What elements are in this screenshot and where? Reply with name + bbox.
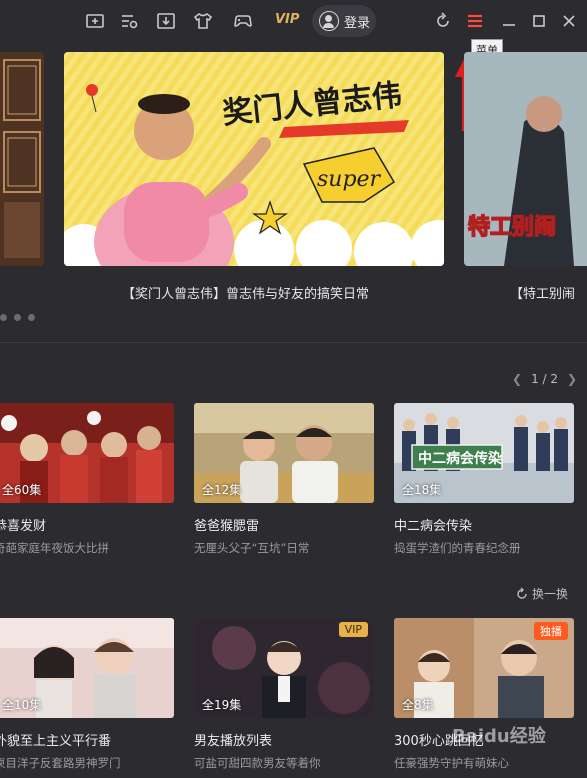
maximize-icon[interactable] xyxy=(528,10,550,32)
title-bar: VIP 登录 xyxy=(0,0,587,42)
episode-count: 全8集 xyxy=(402,698,434,712)
refresh-small-icon xyxy=(517,587,527,599)
video-thumbnail[interactable]: 全12集 xyxy=(194,403,374,503)
video-subtitle: 任豪强势守护有萌妹心 xyxy=(394,756,509,770)
video-card[interactable]: 全10集 外貌至上主义平行番 柬目洋子反套路男神罗门 xyxy=(0,618,174,770)
video-card[interactable]: 中二病会传染 全18集 中二病会传染 捣蛋学渣们的青春纪念册 xyxy=(394,403,574,555)
login-button[interactable]: 登录 xyxy=(312,5,376,37)
pagination: ❮ 1 / 2 ❯ xyxy=(512,372,577,386)
refresh-button[interactable]: 换一换 xyxy=(515,585,568,602)
episode-count: 全60集 xyxy=(2,483,42,497)
carousel-dot[interactable] xyxy=(28,314,35,321)
episode-count: 全10集 xyxy=(2,698,42,712)
game-icon[interactable] xyxy=(232,10,254,32)
video-title[interactable]: 爸爸猴腮雷 xyxy=(194,515,259,534)
banner-caption[interactable]: 【奖门人曾志伟】曾志伟与好友的搞笑日常 xyxy=(122,283,369,302)
carousel-dots xyxy=(0,314,35,321)
video-thumbnail[interactable]: 独播 全8集 xyxy=(394,618,574,718)
watermark: Baidu经验 xyxy=(452,726,546,747)
video-title[interactable]: 外貌至上主义平行番 xyxy=(0,730,111,749)
login-label: 登录 xyxy=(344,15,371,31)
episode-count: 全18集 xyxy=(402,483,442,497)
banner-main-slide[interactable]: super 奖门人曾志伟 xyxy=(64,52,444,266)
video-thumbnail[interactable]: 中二病会传染 全18集 xyxy=(394,403,574,503)
refresh-label: 换一换 xyxy=(532,587,569,601)
close-icon[interactable] xyxy=(558,10,580,32)
banner-caption-next[interactable]: 【特工别闹 xyxy=(510,283,575,302)
section-divider xyxy=(0,342,587,343)
episode-count: 全19集 xyxy=(202,698,242,712)
video-subtitle: 柬目洋子反套路男神罗门 xyxy=(0,756,121,770)
video-thumbnail[interactable]: 全10集 xyxy=(0,618,174,718)
download-icon[interactable] xyxy=(155,10,177,32)
prev-page-icon[interactable]: ❮ xyxy=(512,372,522,386)
banner-prev-slide[interactable] xyxy=(0,52,44,266)
poster-badge: super xyxy=(317,167,382,192)
video-subtitle: 捣蛋学渣们的青春纪念册 xyxy=(394,541,521,555)
playlist-icon[interactable] xyxy=(118,10,140,32)
carousel-dot[interactable] xyxy=(14,314,21,321)
minimize-icon[interactable] xyxy=(498,10,520,32)
skin-icon[interactable] xyxy=(192,10,214,32)
carousel-dot[interactable] xyxy=(0,314,7,321)
poster-text: 中二病会传染 xyxy=(418,450,503,467)
video-subtitle: 无厘头父子“互坑”日常 xyxy=(194,541,310,555)
vip-link[interactable]: VIP xyxy=(275,12,299,27)
menu-icon[interactable] xyxy=(464,10,486,32)
next-poster-text: 特工别闹 xyxy=(468,214,556,240)
video-thumbnail[interactable]: VIP 全19集 xyxy=(194,618,374,718)
video-add-icon[interactable] xyxy=(84,10,106,32)
vip-badge: VIP xyxy=(338,622,368,637)
video-card[interactable]: 全60集 恭喜发财 奇葩家庭年夜饭大比拼 xyxy=(0,403,174,555)
video-title[interactable]: 中二病会传染 xyxy=(394,515,472,534)
video-title[interactable]: 恭喜发财 xyxy=(0,515,46,534)
video-card[interactable]: 独播 全8集 300秒心跳回忆 任豪强势守护有萌妹心 xyxy=(394,618,574,770)
video-thumbnail[interactable]: 全60集 xyxy=(0,403,174,503)
refresh-icon[interactable] xyxy=(432,10,454,32)
video-card[interactable]: 全12集 爸爸猴腮雷 无厘头父子“互坑”日常 xyxy=(194,403,374,555)
page-indicator: 1 / 2 xyxy=(531,372,559,386)
user-icon xyxy=(319,11,339,31)
video-subtitle: 可盐可甜四款男友等着你 xyxy=(194,756,321,770)
banner-next-slide[interactable]: 特工别闹 xyxy=(464,52,587,266)
video-title[interactable]: 男友播放列表 xyxy=(194,730,272,749)
episode-count: 全12集 xyxy=(202,483,242,497)
video-subtitle: 奇葩家庭年夜饭大比拼 xyxy=(0,541,109,555)
exclusive-badge: 独播 xyxy=(534,622,568,640)
next-page-icon[interactable]: ❯ xyxy=(567,372,577,386)
video-card[interactable]: VIP 全19集 男友播放列表 可盐可甜四款男友等着你 xyxy=(194,618,374,770)
